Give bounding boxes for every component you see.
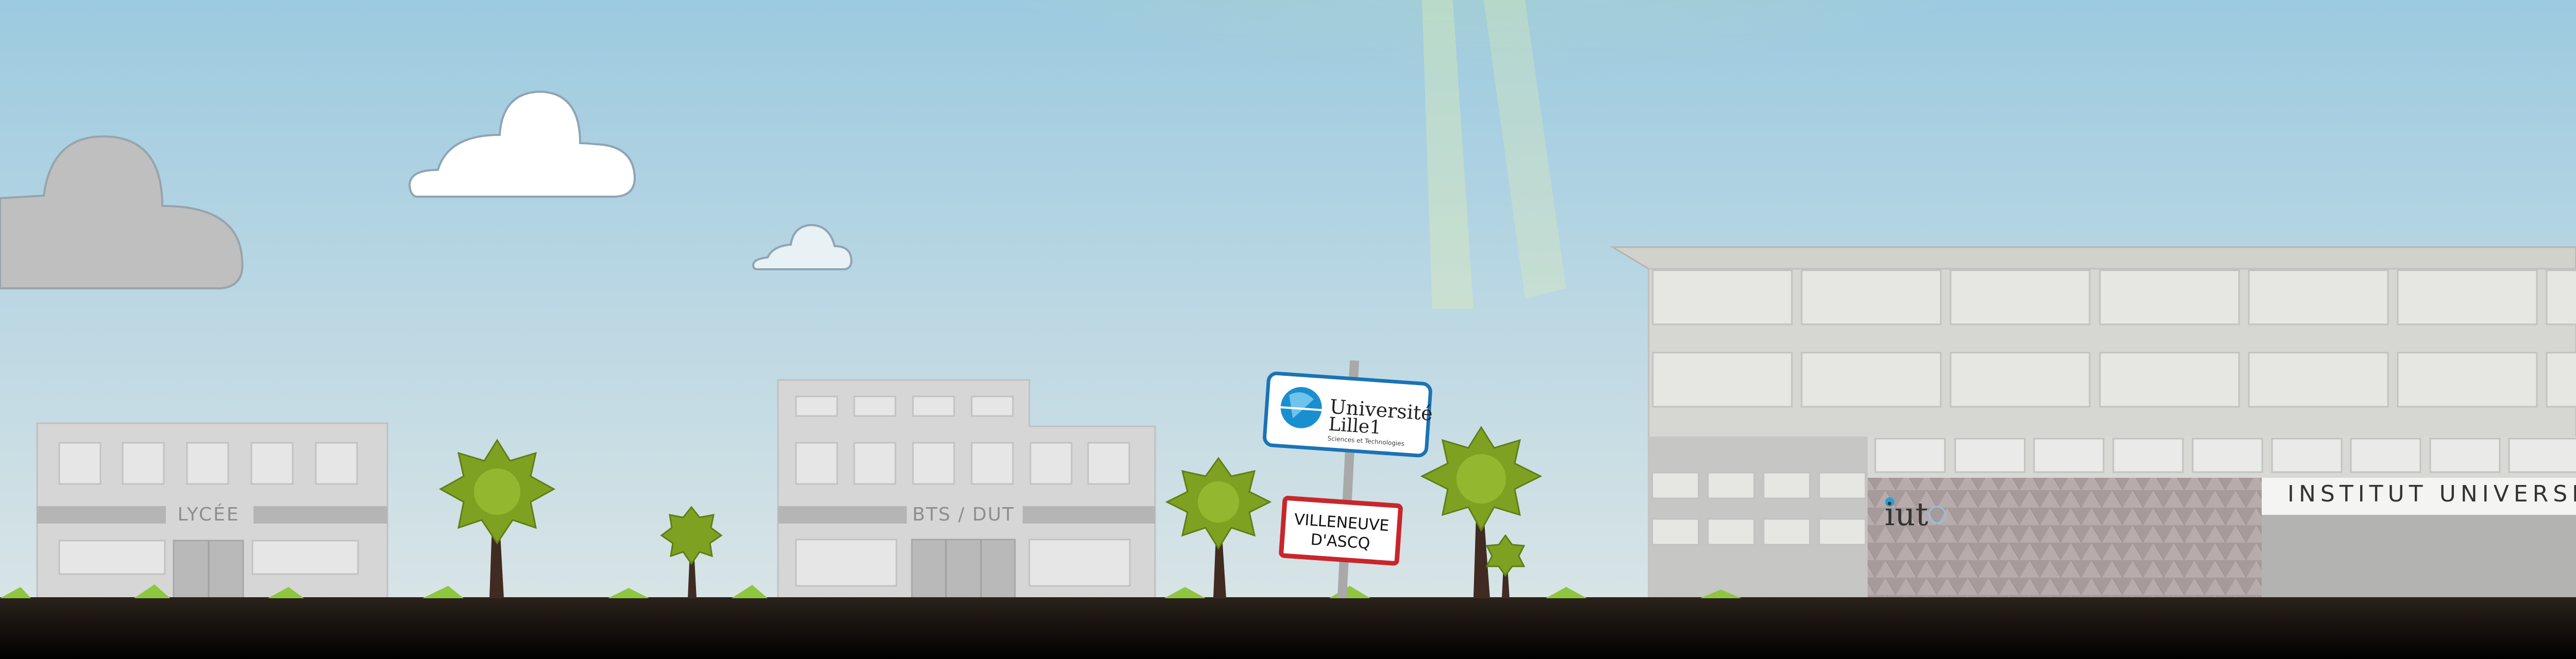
- scene-svg: LYCÉE BTS / DUT iut INSTITUT UNIVERS Uni…: [0, 0, 2576, 659]
- iut-logo-text: iut: [1885, 495, 1928, 533]
- university-sign-line2: Lille1: [1328, 414, 1382, 439]
- iut-label: INSTITUT UNIVERSITAIRE: [2287, 481, 2576, 507]
- bts-dut-label: BTS / DUT: [912, 504, 1015, 525]
- ground: [0, 597, 2576, 659]
- campus-scene: LYCÉE BTS / DUT iut INSTITUT UNIVERS Uni…: [0, 0, 2576, 659]
- lycee-label: LYCÉE: [178, 504, 240, 525]
- building-iut: [1609, 246, 2576, 599]
